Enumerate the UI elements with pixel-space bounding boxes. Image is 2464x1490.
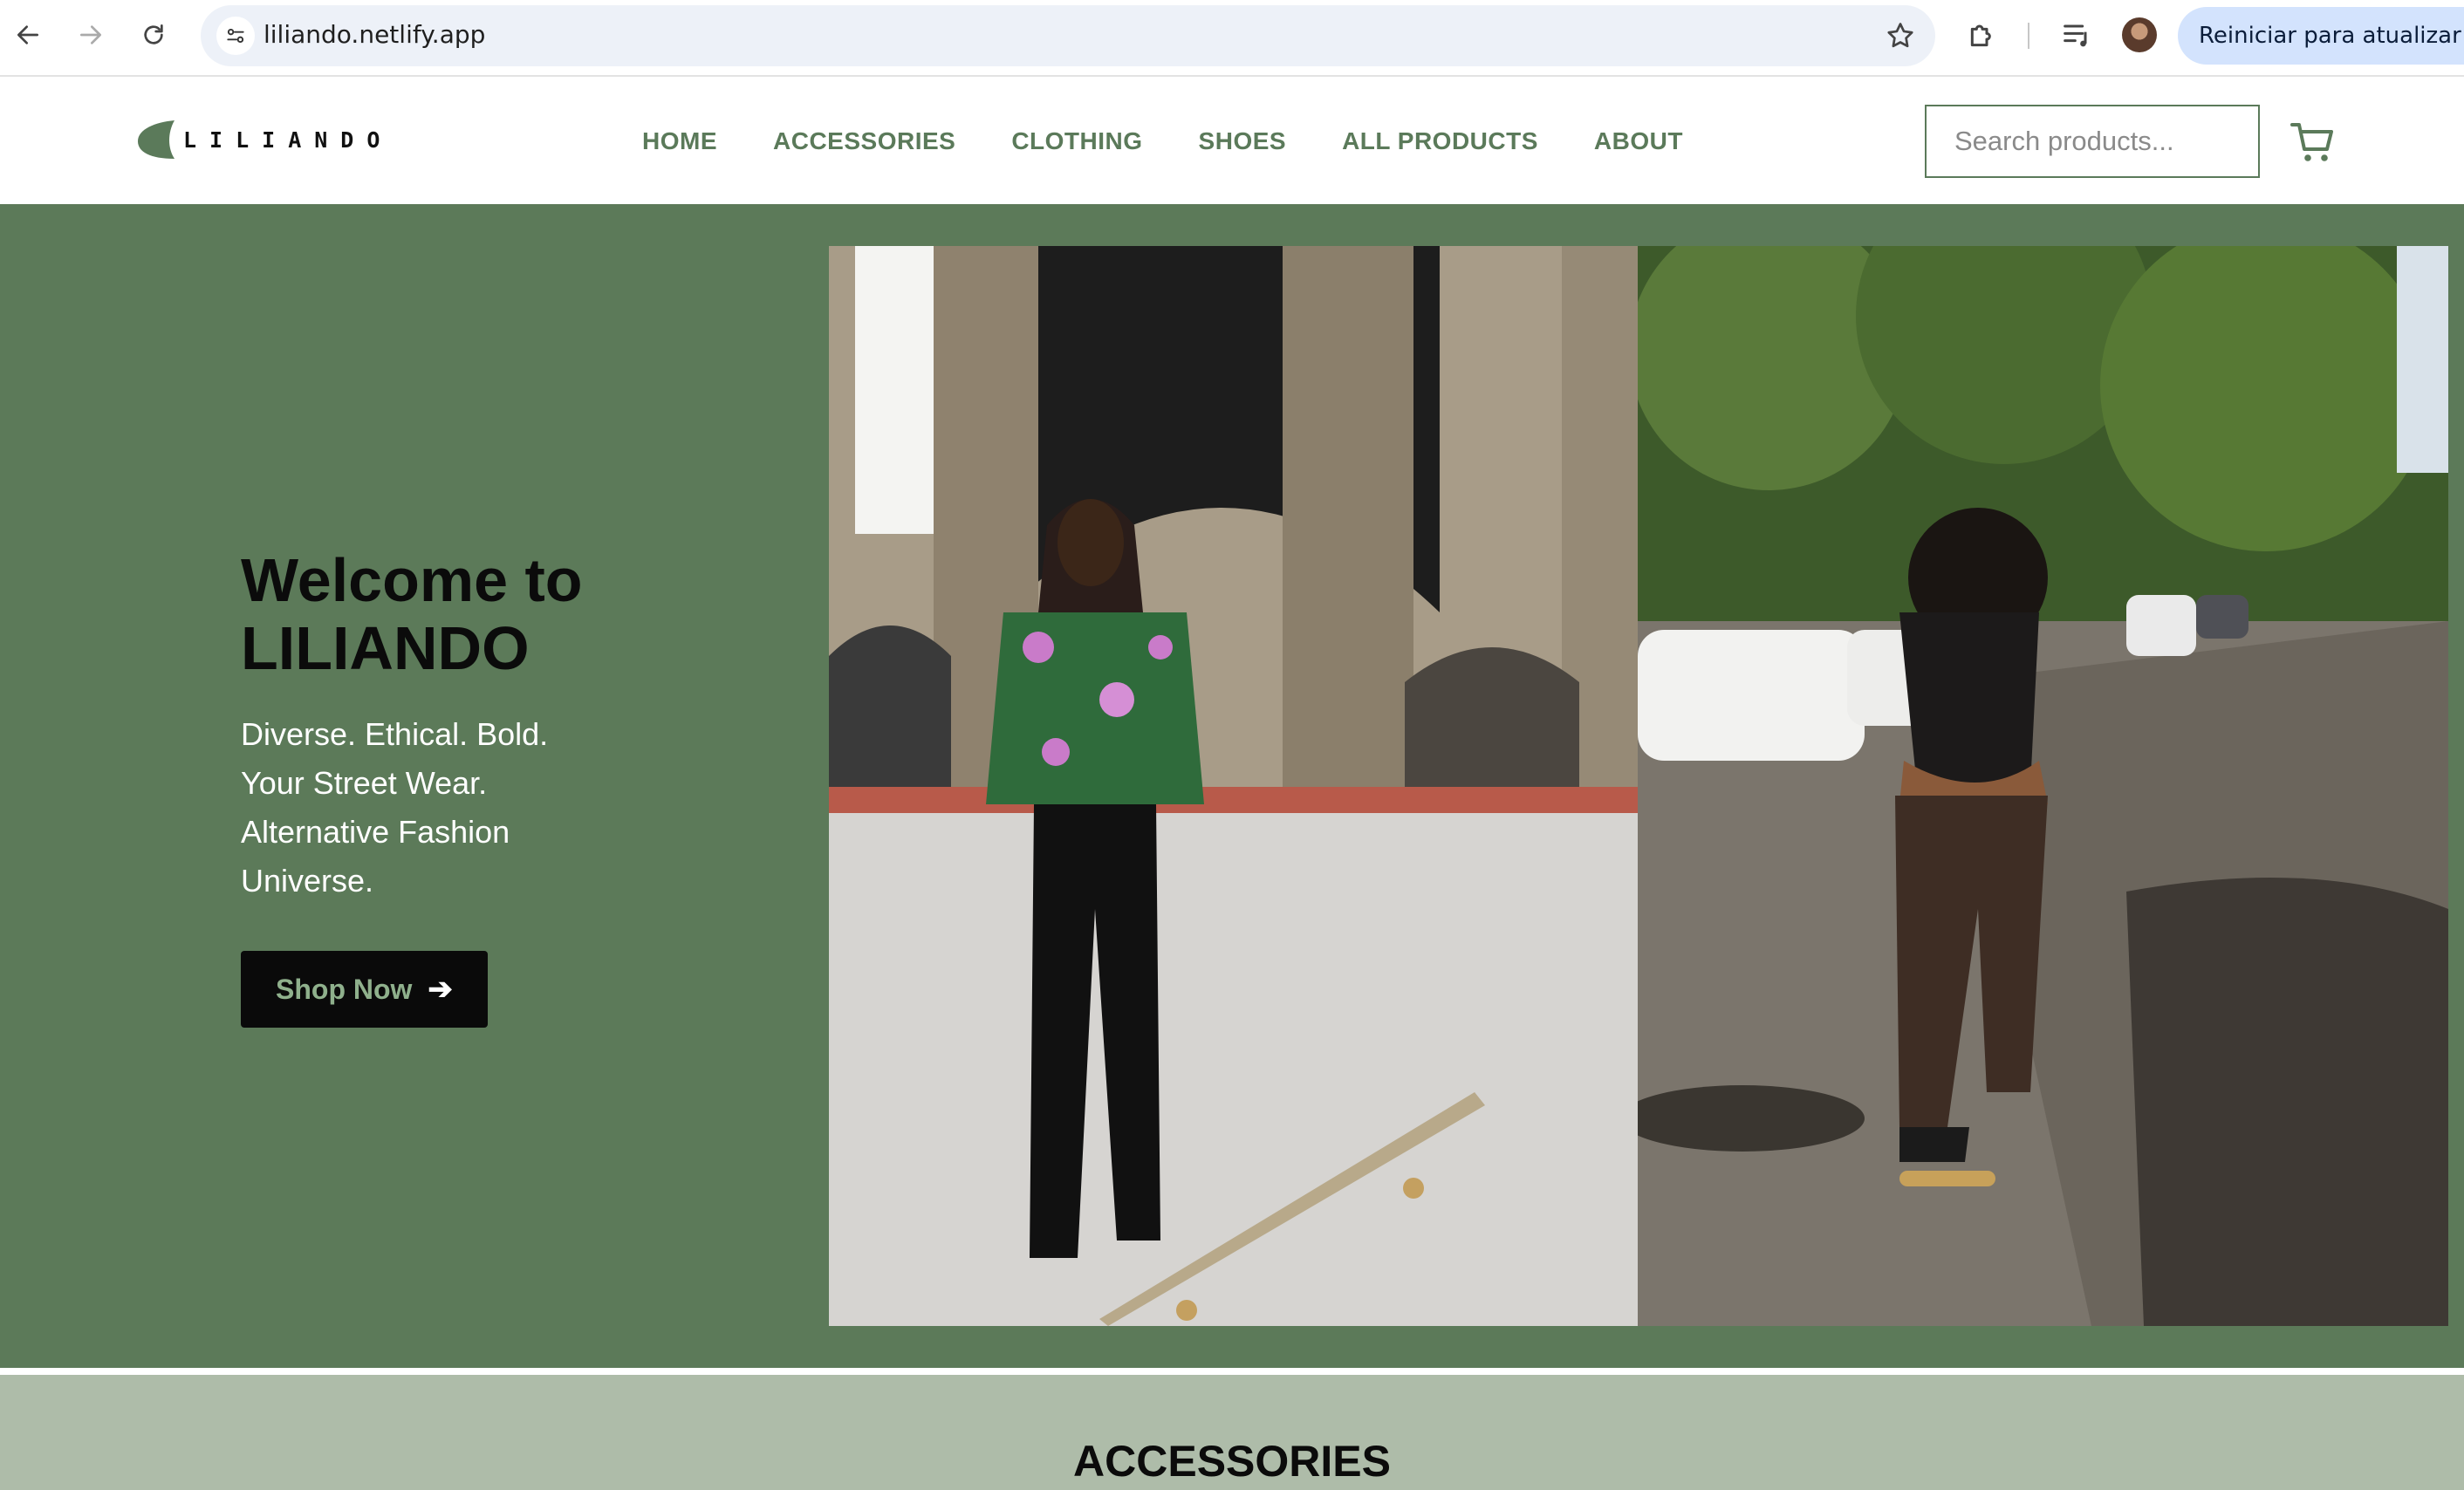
leaf-logo-icon xyxy=(138,120,175,159)
arrow-right-icon xyxy=(80,25,101,44)
accessories-section: ACCESSORIES xyxy=(0,1375,2464,1490)
hero-photo-skater-bridge xyxy=(829,246,1638,1326)
main-navigation: HOME ACCESSORIES CLOTHING SHOES ALL PROD… xyxy=(642,127,1683,155)
site-header: LILIANDO HOME ACCESSORIES CLOTHING SHOES… xyxy=(0,77,2464,204)
nav-shoes[interactable]: SHOES xyxy=(1199,127,1287,155)
bookmark-star-icon[interactable] xyxy=(1885,20,1916,51)
shop-now-label: Shop Now xyxy=(276,973,413,1005)
nav-home[interactable]: HOME xyxy=(642,127,717,155)
nav-accessories[interactable]: ACCESSORIES xyxy=(773,127,955,155)
photo-skater-street-image xyxy=(1638,246,2448,1326)
url-text[interactable]: liliando.netlify.app xyxy=(264,20,485,49)
site-logo[interactable]: LILIANDO xyxy=(134,117,393,162)
media-controls-icon[interactable] xyxy=(2059,17,2094,52)
section-divider xyxy=(0,1368,2464,1375)
hero-section: Welcome to LILIANDO Diverse. Ethical. Bo… xyxy=(0,204,2464,1368)
hero-title-line-2: LILIANDO xyxy=(241,614,530,682)
shopping-cart-icon[interactable] xyxy=(2289,119,2337,166)
arrow-left-icon xyxy=(17,25,38,44)
nav-clothing[interactable]: CLOTHING xyxy=(1011,127,1142,155)
hero-tagline: Diverse. Ethical. Bold. Your Street Wear… xyxy=(241,716,549,899)
search-input[interactable] xyxy=(1925,105,2260,178)
reload-button[interactable] xyxy=(134,16,173,54)
logo-wordmark: LILIANDO xyxy=(183,126,394,153)
extensions-icon[interactable] xyxy=(1965,17,2000,52)
arrow-right-icon: ➔ xyxy=(428,973,453,1006)
forward-button[interactable] xyxy=(72,16,110,54)
nav-about[interactable]: ABOUT xyxy=(1594,127,1683,155)
hero-photo-skater-street xyxy=(1638,246,2448,1326)
photo-skater-bridge-image xyxy=(829,246,1638,1326)
back-button[interactable] xyxy=(9,16,47,54)
accessories-heading: ACCESSORIES xyxy=(1073,1437,1391,1486)
toolbar-separator xyxy=(2028,23,2029,49)
reload-icon xyxy=(144,24,163,44)
site-info-button[interactable] xyxy=(216,17,255,55)
nav-all-products[interactable]: ALL PRODUCTS xyxy=(1342,127,1538,155)
tune-icon xyxy=(227,28,244,44)
relaunch-to-update-button[interactable]: Reiniciar para atualizar xyxy=(2178,7,2464,65)
hero-title: Welcome to LILIANDO xyxy=(241,546,729,682)
shop-now-button[interactable]: Shop Now ➔ xyxy=(241,951,488,1028)
hero-title-line-1: Welcome to xyxy=(241,546,583,614)
hero-text-block: Welcome to LILIANDO Diverse. Ethical. Bo… xyxy=(241,546,729,1028)
profile-avatar[interactable] xyxy=(2122,17,2157,52)
address-bar[interactable]: liliando.netlify.app xyxy=(201,5,1935,66)
browser-toolbar: liliando.netlify.app Reiniciar para atua… xyxy=(0,0,2464,77)
